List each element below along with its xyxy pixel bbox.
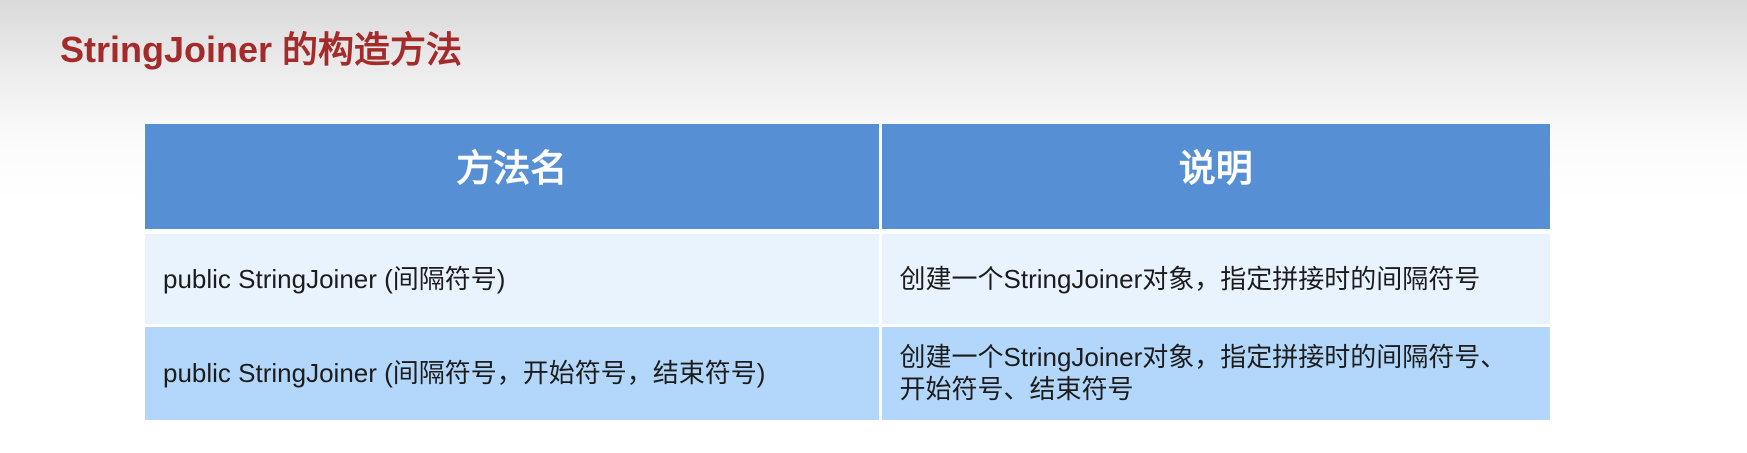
method-cell: public StringJoiner (间隔符号，开始符号，结束符号) bbox=[145, 325, 882, 423]
description-cell: 创建一个StringJoiner对象，指定拼接时的间隔符号 bbox=[880, 231, 1550, 327]
constructor-table: 方法名 说明 public StringJoiner (间隔符号) 创建一个St… bbox=[145, 124, 1550, 423]
table-header-row: 方法名 说明 bbox=[145, 124, 1550, 234]
header-method-name: 方法名 bbox=[145, 124, 882, 234]
description-cell: 创建一个StringJoiner对象，指定拼接时的间隔符号、开始符号、结束符号 bbox=[880, 325, 1550, 423]
table-row: public StringJoiner (间隔符号，开始符号，结束符号) 创建一… bbox=[145, 325, 1550, 423]
slide: { "title": "StringJoiner 的构造方法", "table"… bbox=[0, 0, 1747, 453]
constructor-table-container: 方法名 说明 public StringJoiner (间隔符号) 创建一个St… bbox=[145, 124, 1550, 423]
method-cell: public StringJoiner (间隔符号) bbox=[145, 231, 882, 327]
header-description: 说明 bbox=[880, 124, 1550, 234]
table-row: public StringJoiner (间隔符号) 创建一个StringJoi… bbox=[145, 231, 1550, 327]
slide-title: StringJoiner 的构造方法 bbox=[60, 29, 463, 70]
